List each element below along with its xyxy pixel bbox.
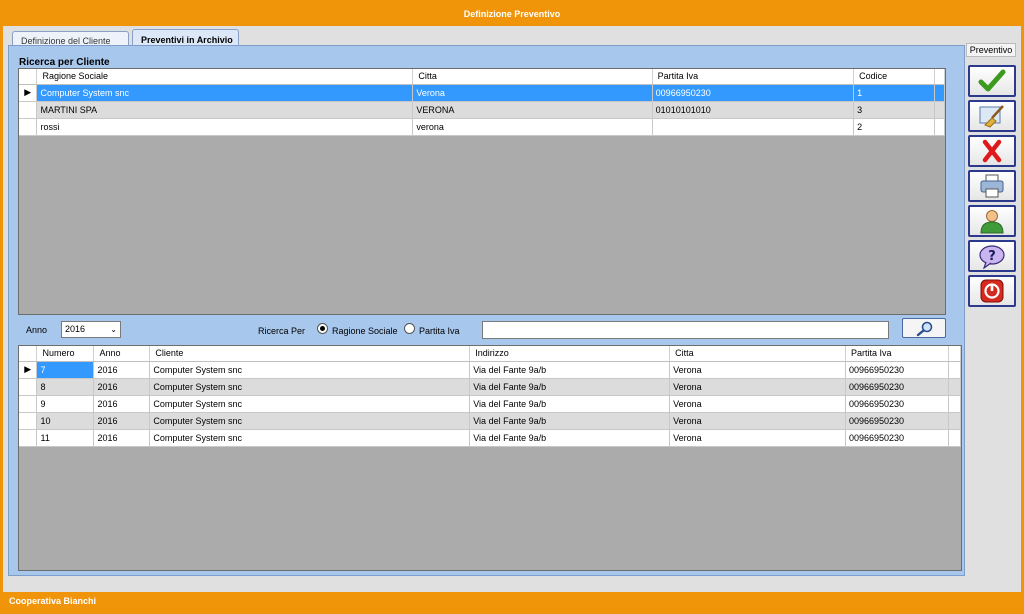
table-row[interactable]: 9 2016 Computer System snc Via del Fante… (19, 395, 961, 413)
table-row[interactable]: ▶ 7 2016 Computer System snc Via del Fan… (19, 361, 961, 379)
window-title: Definizione Preventivo (0, 0, 1024, 26)
row-indicator-header (19, 69, 38, 85)
preventivi-grid[interactable]: Numero Anno Cliente Indirizzo Citta Part… (18, 345, 962, 571)
row-pointer-icon: ▶ (19, 361, 38, 379)
svg-text:?: ? (988, 249, 996, 264)
table-row[interactable]: rossi verona 2 (19, 118, 945, 136)
clienti-grid[interactable]: Ragione Sociale Citta Partita Iva Codice… (18, 68, 946, 315)
radio-partita-iva[interactable] (404, 323, 415, 334)
col-header-anno[interactable]: Anno (93, 346, 151, 362)
radio-ragione-sociale[interactable] (317, 323, 328, 334)
section-title: Ricerca per Cliente (19, 57, 110, 68)
search-input[interactable] (482, 321, 889, 339)
main-frame: Definizione del Cliente Preventivi in Ar… (3, 26, 1021, 592)
table-row[interactable]: ▶ Computer System snc Verona 00966950230… (19, 84, 945, 102)
col-header-numero[interactable]: Numero (36, 346, 95, 362)
confirm-button[interactable] (968, 65, 1016, 97)
col-header-citta[interactable]: Citta (669, 346, 846, 362)
col-header-partita-iva[interactable]: Partita Iva (652, 69, 855, 85)
anno-select[interactable]: 2016 ⌄ (61, 321, 121, 338)
help-button[interactable]: ? (968, 240, 1016, 272)
exit-button[interactable] (968, 275, 1016, 307)
user-icon (980, 210, 1004, 234)
table-row[interactable]: 10 2016 Computer System snc Via del Fant… (19, 412, 961, 430)
clear-button[interactable] (968, 100, 1016, 132)
col-header-indirizzo[interactable]: Indirizzo (469, 346, 671, 362)
col-header-citta[interactable]: Citta (412, 69, 653, 85)
status-bar: Cooperativa Bianchi (3, 593, 1021, 609)
anno-value: 2016 (65, 324, 86, 334)
checkmark-icon (978, 69, 1006, 92)
power-icon (980, 279, 1004, 303)
delete-button[interactable] (968, 135, 1016, 167)
red-x-icon (982, 139, 1002, 163)
row-pointer-icon: ▶ (19, 84, 38, 102)
chevron-down-icon: ⌄ (110, 325, 117, 334)
col-header-codice[interactable]: Codice (853, 69, 935, 85)
table-row[interactable]: 11 2016 Computer System snc Via del Fant… (19, 429, 961, 447)
help-icon: ? (979, 245, 1005, 269)
archive-panel: Ricerca per Cliente Ragione Sociale Citt… (8, 45, 965, 576)
table-row[interactable]: 8 2016 Computer System snc Via del Fante… (19, 378, 961, 396)
anno-label: Anno (26, 325, 48, 335)
ricerca-per-label: Ricerca Per (258, 326, 306, 336)
search-button[interactable] (902, 318, 946, 338)
print-button[interactable] (968, 170, 1016, 202)
col-header-cliente[interactable]: Cliente (149, 346, 471, 362)
printer-icon (980, 174, 1004, 198)
toolbar-label: Preventivo (966, 43, 1016, 57)
radio-ragione-sociale-label[interactable]: Ragione Sociale (332, 326, 398, 344)
col-header-ragione-sociale[interactable]: Ragione Sociale (36, 69, 414, 85)
magnifier-icon (916, 321, 933, 337)
customer-button[interactable] (968, 205, 1016, 237)
table-row[interactable]: MARTINI SPA VERONA 01010101010 3 (19, 101, 945, 119)
col-header-partita-iva[interactable]: Partita Iva (845, 346, 949, 362)
broom-icon (979, 105, 1004, 128)
radio-partita-iva-label[interactable]: Partita Iva (419, 326, 460, 344)
